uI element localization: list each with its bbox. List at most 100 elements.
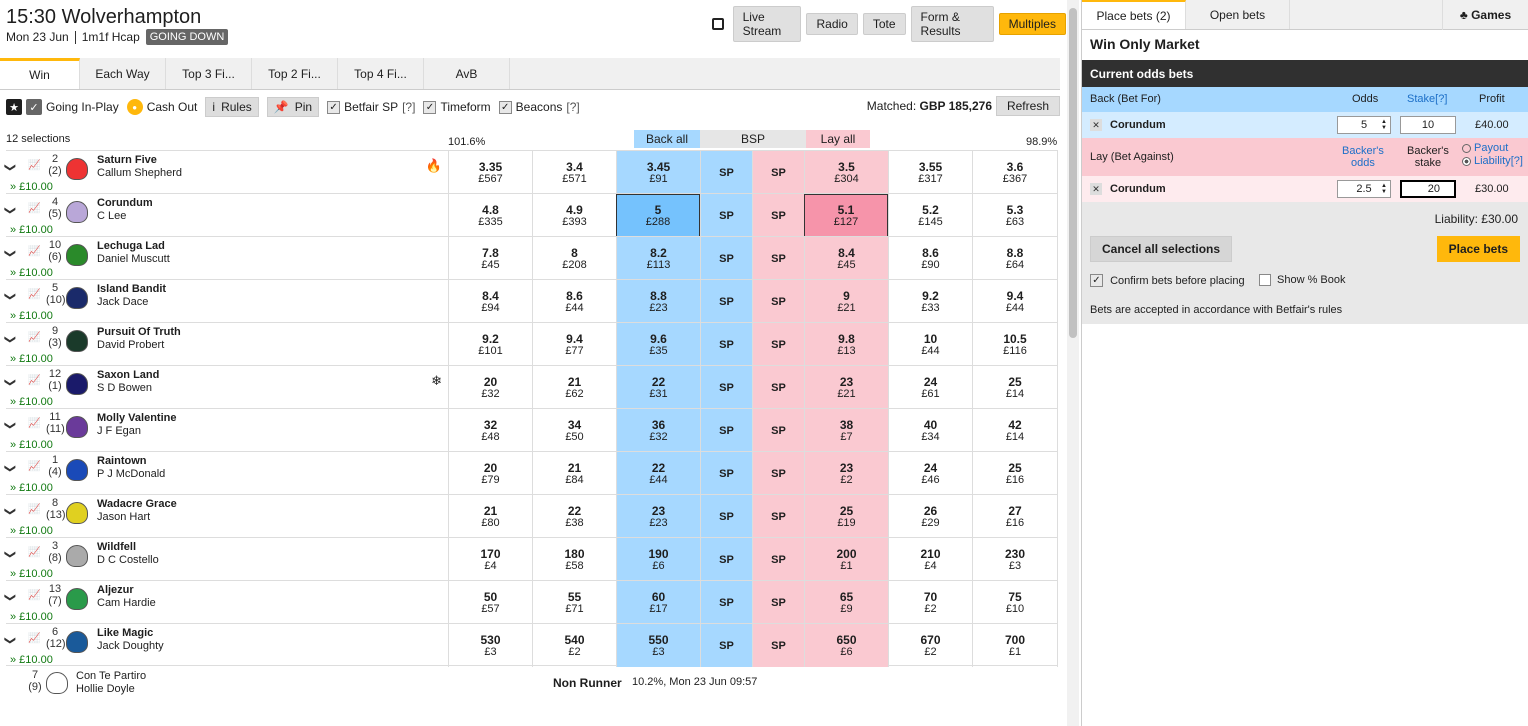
betfair-sp-toggle[interactable]: ✓ Betfair SP [?] [327,100,415,114]
lay-sp-cell[interactable]: SP [752,495,804,538]
stake-link[interactable]: » £10.00 [10,310,53,322]
back-sp-cell[interactable]: SP [700,452,752,495]
back-stake-input[interactable]: 10 [1400,116,1456,134]
stepper-icon[interactable]: ▲ ▼ [1381,183,1387,195]
price-cell[interactable]: 23 £2 [804,452,888,495]
lay-sp-cell[interactable]: SP [752,237,804,280]
price-cell[interactable]: 3.55 £317 [888,151,972,194]
help-link[interactable]: [?] [566,100,579,114]
stake-link[interactable]: » £10.00 [10,396,53,408]
back-sp-cell[interactable]: SP [700,495,752,538]
rules-button[interactable]: i Rules [205,97,259,117]
price-cell[interactable]: 22 £44 [616,452,700,495]
back-sp-cell[interactable]: SP [700,151,752,194]
payout-radio[interactable]: Payout [1462,142,1508,154]
graph-icon[interactable]: 📈 [28,461,40,472]
price-cell[interactable]: 9.4 £44 [972,280,1058,323]
price-cell[interactable]: 180 £58 [532,538,616,581]
price-cell[interactable]: 27 £16 [972,495,1058,538]
chevron-down-icon[interactable]: ❯ [4,163,17,172]
price-cell[interactable]: 5.2 £145 [888,194,972,237]
price-cell[interactable]: 26 £29 [888,495,972,538]
price-cell[interactable]: 3.6 £367 [972,151,1058,194]
stake-link[interactable]: » £10.00 [10,654,53,666]
price-cell[interactable]: 8.8 £23 [616,280,700,323]
remove-bet-icon[interactable]: ✕ [1090,183,1102,195]
stake-link[interactable]: » £10.00 [10,525,53,537]
price-cell[interactable]: 32 £48 [448,409,532,452]
beacons-toggle[interactable]: ✓ Beacons [?] [498,100,580,114]
help-link[interactable]: [?] [402,100,415,114]
tab-top-2[interactable]: Top 2 Fi... [252,58,338,89]
price-cell[interactable]: 38 £7 [804,409,888,452]
price-cell[interactable]: 55 £71 [532,581,616,624]
tab-avb[interactable]: AvB [424,58,510,89]
lay-sp-cell[interactable]: SP [752,624,804,667]
price-cell[interactable]: 65 £9 [804,581,888,624]
price-cell[interactable]: 230 £3 [972,538,1058,581]
live-stream-button[interactable]: Live Stream [732,6,802,42]
tote-button[interactable]: Tote [862,13,906,35]
chevron-down-icon[interactable]: ❯ [4,249,17,258]
price-cell[interactable]: 34 £50 [532,409,616,452]
price-cell[interactable]: 24 £61 [888,366,972,409]
price-cell[interactable]: 21 £80 [448,495,532,538]
tab-place-bets[interactable]: Place bets (2) [1082,0,1186,29]
back-odds-input[interactable]: 5 ▲ ▼ [1337,116,1391,134]
price-cell[interactable]: 5.1 £127 [804,194,888,237]
price-cell[interactable]: 200 £1 [804,538,888,581]
price-cell[interactable]: 170 £4 [448,538,532,581]
price-cell[interactable]: 23 £21 [804,366,888,409]
chevron-down-icon[interactable]: ❯ [4,636,17,645]
price-cell[interactable]: 10.5 £116 [972,323,1058,366]
lay-sp-cell[interactable]: SP [752,280,804,323]
tab-each-way[interactable]: Each Way [80,58,166,89]
lay-sp-cell[interactable]: SP [752,452,804,495]
price-cell[interactable]: 650 £6 [804,624,888,667]
graph-icon[interactable]: 📈 [28,332,40,343]
place-bets-button[interactable]: Place bets [1436,236,1520,262]
back-sp-cell[interactable]: SP [700,280,752,323]
stake-link[interactable]: » £10.00 [10,611,53,623]
price-cell[interactable]: 8.6 £90 [888,237,972,280]
price-cell[interactable]: 7.8 £45 [448,237,532,280]
tab-games[interactable]: ♣ Games [1442,0,1528,30]
stake-link[interactable]: » £10.00 [10,224,53,236]
stake-link[interactable]: » £10.00 [10,267,53,279]
checkbox[interactable]: ✓ [498,100,512,114]
price-cell[interactable]: 8.4 £45 [804,237,888,280]
cancel-all-button[interactable]: Cancel all selections [1090,236,1233,262]
price-cell[interactable]: 8.4 £94 [448,280,532,323]
graph-icon[interactable]: 📈 [28,246,40,257]
confirm-checkbox[interactable]: ✓ Confirm bets before placing [1090,274,1245,287]
lay-stake-input[interactable]: 20 [1400,180,1456,198]
price-cell[interactable]: 5.3 £63 [972,194,1058,237]
price-cell[interactable]: 21 £84 [532,452,616,495]
tab-win[interactable]: Win [0,58,80,89]
stake-link[interactable]: » £10.00 [10,482,53,494]
price-cell[interactable]: 22 £38 [532,495,616,538]
lay-sp-cell[interactable]: SP [752,194,804,237]
price-cell[interactable]: 3.35 £567 [448,151,532,194]
lay-sp-cell[interactable]: SP [752,409,804,452]
price-cell[interactable]: 10 £44 [888,323,972,366]
price-cell[interactable]: 21 £62 [532,366,616,409]
favourite-star-icon[interactable]: ★ [6,99,22,115]
back-sp-cell[interactable]: SP [700,366,752,409]
multiples-button[interactable]: Multiples [998,13,1066,35]
price-cell[interactable]: 190 £6 [616,538,700,581]
back-all-button[interactable]: Back all [634,130,700,148]
price-cell[interactable]: 23 £23 [616,495,700,538]
chevron-down-icon[interactable]: ❯ [4,507,17,516]
price-cell[interactable]: 540 £2 [532,624,616,667]
graph-icon[interactable]: 📈 [28,547,40,558]
price-cell[interactable]: 25 £16 [972,452,1058,495]
price-cell[interactable]: 24 £46 [888,452,972,495]
stake-link[interactable]: » £10.00 [10,568,53,580]
stake-link[interactable]: » £10.00 [10,181,53,193]
price-cell[interactable]: 20 £79 [448,452,532,495]
back-sp-cell[interactable]: SP [700,323,752,366]
price-cell[interactable]: 3.45 £91 [616,151,700,194]
price-cell[interactable]: 50 £57 [448,581,532,624]
graph-icon[interactable]: 📈 [28,418,40,429]
